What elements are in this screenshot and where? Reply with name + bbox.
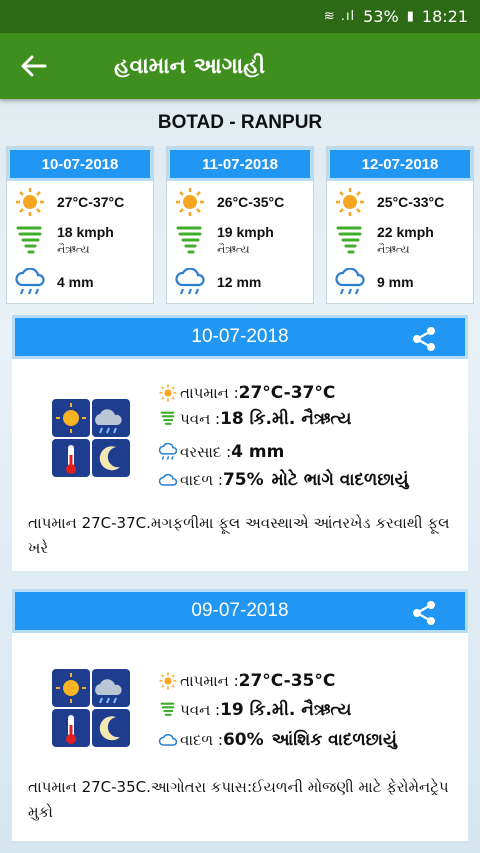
cloud-desc: મોટે ભાગે વાદળછાયું — [271, 470, 409, 490]
back-arrow-icon[interactable] — [0, 33, 66, 99]
wind-label: પવન : — [180, 410, 221, 428]
rain-cloud-icon — [333, 265, 367, 299]
wifi-signal-icon: ≋ .ıl — [323, 9, 356, 24]
forecast-temp: 27°C-37°C — [57, 194, 125, 210]
forecast-rain: 4 mm — [57, 274, 94, 290]
detail-date: 10-07-2018 — [191, 326, 289, 347]
forecast-wind: 22 kmph — [377, 223, 434, 240]
rain-cloud-icon — [173, 265, 207, 299]
weather-grid-icon — [52, 399, 130, 477]
forecast-card[interactable]: 11-07-2018 26°C-35°C 19 kmph નૈઋત્ય 12 mm — [166, 146, 314, 304]
wind-value: 18 કિ.મી. નૈઋત્ય — [220, 409, 352, 429]
rain-cloud-icon — [13, 265, 47, 299]
forecast-card[interactable]: 10-07-2018 27°C-37°C 18 kmph નૈઋત્ય 4 mm — [6, 146, 154, 304]
forecast-date: 10-07-2018 — [7, 147, 153, 181]
forecast-rain: 12 mm — [217, 274, 262, 290]
advice-text: તાપમાન 27C-37C.મગફળીમા ફૂલ અવસ્થાએ આંતરખ… — [28, 514, 450, 557]
forecast-date: 11-07-2018 — [167, 147, 313, 181]
forecast-wind-dir: નૈઋત્ય — [57, 243, 90, 256]
cloud-icon — [158, 470, 178, 490]
forecast-rain: 9 mm — [377, 274, 414, 290]
wind-icon — [158, 700, 178, 720]
page-title: હવામાન આગાહી — [114, 53, 266, 79]
forecast-wind: 18 kmph — [57, 223, 114, 240]
rain-value: 4 mm — [231, 442, 285, 462]
temp-label: તાપમાન : — [180, 672, 239, 690]
battery-percent: 53% — [363, 7, 399, 26]
battery-icon: ▮ — [406, 9, 414, 24]
detail-header: 10-07-2018 — [12, 315, 468, 359]
clock: 18:21 — [421, 7, 468, 26]
detail-card: 10-07-2018 તાપમાન : 27°C-37°C પવન : 18 ક… — [12, 315, 468, 571]
sun-icon — [158, 383, 178, 403]
wind-icon — [333, 223, 367, 257]
forecast-wind-dir: નૈઋત્ય — [217, 243, 250, 256]
forecast-card[interactable]: 12-07-2018 25°C-33°C 22 kmph નૈઋત્ય 9 mm — [326, 146, 474, 304]
wind-icon — [173, 223, 207, 257]
cloud-value: 60% — [222, 730, 264, 750]
weather-grid-icon — [52, 669, 130, 747]
cloud-icon — [158, 730, 178, 750]
forecast-wind: 19 kmph — [217, 223, 274, 240]
wind-value: 19 કિ.મી. નૈઋત્ય — [220, 700, 352, 720]
forecast-date: 12-07-2018 — [327, 147, 473, 181]
status-bar: ≋ .ıl 53% ▮ 18:21 — [0, 0, 480, 33]
cloud-label: વાદળ : — [180, 731, 223, 749]
forecast-wind-dir: નૈઋત્ય — [377, 243, 410, 256]
sun-icon — [13, 185, 47, 219]
wind-label: પવન : — [180, 701, 221, 719]
location-title: BOTAD - RANPUR — [157, 112, 323, 133]
rain-cloud-icon — [158, 442, 178, 462]
forecast-temp: 26°C-35°C — [217, 194, 285, 210]
detail-card: 09-07-2018 તાપમાન : 27°C-35°C પવન : 19 ક… — [12, 589, 468, 841]
forecast-temp: 25°C-33°C — [377, 194, 445, 210]
sun-icon — [173, 185, 207, 219]
detail-date: 09-07-2018 — [191, 600, 289, 621]
app-bar: હવામાન આગાહી — [0, 33, 480, 99]
wind-icon — [158, 409, 178, 429]
cloud-label: વાદળ : — [180, 471, 223, 489]
advice-text: તાપમાન 27C-35C.આગોતરા કપાસ:ઈયળની મોજણી મ… — [28, 778, 449, 821]
cloud-value: 75% — [222, 470, 264, 490]
detail-header: 09-07-2018 — [12, 589, 468, 633]
temp-value: 27°C-35°C — [238, 671, 336, 691]
sun-icon — [158, 671, 178, 691]
share-icon[interactable] — [411, 326, 437, 358]
rain-label: વરસાદ : — [180, 443, 232, 461]
sun-icon — [333, 185, 367, 219]
share-icon[interactable] — [411, 600, 437, 632]
temp-label: તાપમાન : — [180, 384, 239, 402]
wind-icon — [13, 223, 47, 257]
temp-value: 27°C-37°C — [238, 383, 336, 403]
cloud-desc: આંશિક વાદળછાયું — [271, 730, 397, 750]
